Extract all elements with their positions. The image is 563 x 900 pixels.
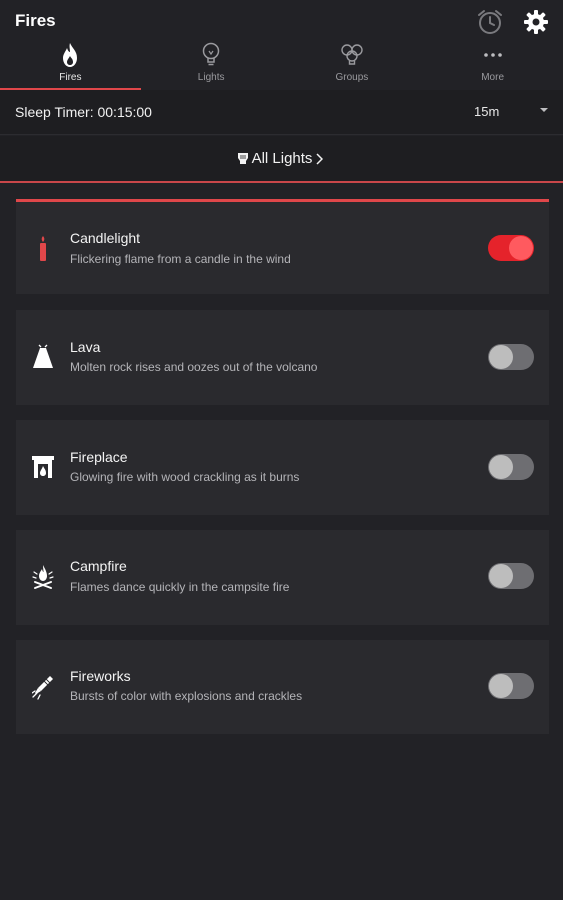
fire-toggle[interactable] (488, 563, 534, 589)
fire-title: Candlelight (70, 230, 141, 246)
all-lights-selector[interactable]: All Lights (0, 136, 563, 183)
fire-description: Glowing fire with wood crackling as it b… (70, 470, 300, 484)
fire-toggle[interactable] (488, 344, 534, 370)
tab-more[interactable]: More (422, 40, 563, 90)
app-bar: Fires Fires Lights Groups More (0, 0, 563, 90)
tab-label: Groups (335, 72, 369, 83)
bulb-group-icon (341, 44, 363, 65)
app-title: Fires (15, 11, 56, 30)
fire-card-campfire[interactable]: Campfire Flames dance quickly in the cam… (16, 530, 549, 625)
fire-card-candlelight[interactable]: Candlelight Flickering flame from a cand… (16, 199, 549, 294)
flame-icon (63, 43, 78, 67)
tab-fires[interactable]: Fires (0, 40, 141, 90)
fire-title: Campfire (70, 558, 127, 574)
fire-description: Flames dance quickly in the campsite fir… (70, 580, 290, 594)
fire-card-lava[interactable]: Lava Molten rock rises and oozes out of … (16, 310, 549, 405)
more-dots-icon (483, 53, 502, 57)
alarm-clock-icon[interactable] (476, 8, 504, 36)
gear-icon[interactable] (522, 8, 550, 36)
fire-description: Bursts of color with explosions and crac… (70, 689, 303, 703)
chevron-right-icon (316, 152, 324, 165)
bulb-icon (237, 152, 248, 164)
tab-lights[interactable]: Lights (141, 40, 282, 90)
fire-title: Fireworks (70, 668, 131, 684)
fire-card-fireworks[interactable]: Fireworks Bursts of color with explosion… (16, 640, 549, 734)
fire-title: Fireplace (70, 449, 128, 465)
tab-bar: Fires Lights Groups More (0, 40, 563, 90)
tab-label: Fires (59, 72, 82, 83)
sleep-timer-value: 15m (474, 104, 500, 119)
sleep-timer-row: Sleep Timer: 00:15:00 15m (0, 90, 563, 135)
fire-description: Molten rock rises and oozes out of the v… (70, 360, 318, 374)
volcano-icon (33, 344, 53, 368)
fireplace-icon (32, 456, 54, 478)
fire-title: Lava (70, 339, 101, 355)
tab-groups[interactable]: Groups (282, 40, 423, 90)
firework-rocket-icon (32, 676, 53, 700)
fire-toggle[interactable] (488, 673, 534, 699)
fire-description: Flickering flame from a candle in the wi… (70, 252, 291, 266)
fire-card-fireplace[interactable]: Fireplace Glowing fire with wood crackli… (16, 420, 549, 515)
fire-toggle[interactable] (488, 454, 534, 480)
all-lights-label: All Lights (251, 150, 313, 167)
fire-toggle[interactable] (488, 235, 534, 261)
campfire-icon (32, 565, 54, 589)
candle-icon (40, 236, 46, 261)
sleep-timer-label: Sleep Timer: 00:15:00 (15, 104, 152, 120)
chevron-down-icon (540, 108, 548, 112)
lightbulb-icon (202, 42, 220, 66)
sleep-timer-dropdown[interactable]: 15m (470, 102, 555, 124)
tab-label: Lights (197, 72, 225, 83)
tab-label: More (481, 72, 505, 83)
